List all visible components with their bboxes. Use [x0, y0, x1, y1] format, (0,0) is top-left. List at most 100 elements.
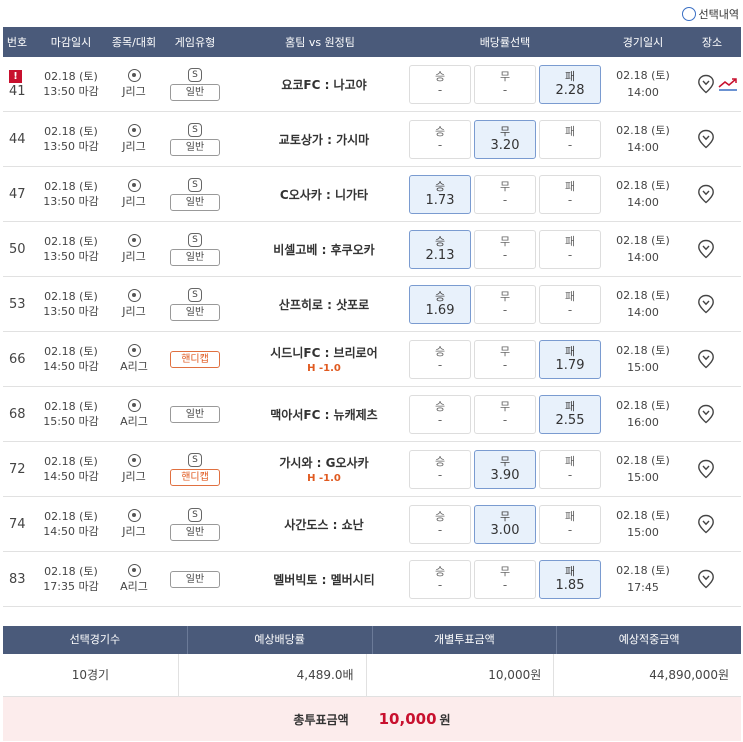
deadline-time: 13:50 마감 [43, 85, 99, 98]
teams-cell: 교토상가 : 가시마 [233, 112, 407, 166]
header-place: 장소 [701, 36, 723, 49]
warning-icon: ! [9, 69, 22, 83]
odds-button[interactable]: 패 1.79 [539, 339, 601, 379]
trend-chart-icon[interactable] [718, 77, 738, 91]
header-no: 번호 [6, 36, 28, 49]
map-pin-icon[interactable] [697, 239, 715, 259]
soccer-ball-icon [127, 69, 141, 82]
row-number: 72 [9, 461, 26, 477]
deadline-time: 15:50 마감 [43, 415, 99, 428]
odds-button[interactable]: 승 2.13 [409, 229, 471, 269]
deadline-time: 13:50 마감 [43, 195, 99, 208]
game-date-cell: 02.18 (토) 15:00 [603, 497, 683, 551]
league-cell: J리그 [111, 167, 157, 221]
deadline-time: 14:50 마감 [43, 525, 99, 538]
game-date: 02.18 (토) [616, 69, 670, 82]
map-pin-icon[interactable] [697, 459, 715, 479]
odds-button[interactable]: 승- [409, 559, 471, 599]
deadline-time: 13:50 마감 [43, 250, 99, 263]
place-cell [683, 57, 741, 111]
odds-label: 승 [434, 125, 446, 138]
map-pin-icon[interactable] [697, 349, 715, 369]
bet-summary: 선택경기수 예상배당률 개별투표금액 예상적중금액 10경기 4,489.0배 … [3, 626, 741, 741]
odds-button[interactable]: 패- [539, 504, 601, 544]
map-pin-icon[interactable] [697, 514, 715, 534]
teams-cell: 사간도스 : 쇼난 [233, 497, 407, 551]
radio-circle-icon[interactable] [681, 7, 696, 21]
odds-button[interactable]: 패 2.28 [539, 64, 601, 104]
odds-button[interactable]: 패- [539, 449, 601, 489]
game-date-cell: 02.18 (토) 14:00 [603, 112, 683, 166]
odds-button[interactable]: 승 1.69 [409, 284, 471, 324]
odds-button[interactable]: 승- [409, 339, 471, 379]
odds-label: 무 [499, 70, 511, 83]
deadline-date: 02.18 (토) [44, 510, 98, 523]
odds-button[interactable]: 무- [474, 284, 536, 324]
league-cell: J리그 [111, 442, 157, 496]
odds-button[interactable]: 패- [539, 284, 601, 324]
map-pin-icon[interactable] [697, 184, 715, 204]
row-number-cell: 72 [3, 442, 31, 496]
s-badge-icon: S [188, 507, 202, 522]
summary-header-stake: 개별투표금액 [373, 626, 558, 654]
odds-button[interactable]: 무- [474, 394, 536, 434]
odds-button[interactable]: 승- [409, 64, 471, 104]
map-pin-icon[interactable] [697, 294, 715, 314]
place-cell [683, 112, 741, 166]
map-pin-icon[interactable] [697, 569, 715, 589]
odds-value: 1.73 [425, 193, 455, 208]
game-type-cell: S 일반 [157, 277, 233, 331]
odds-button[interactable]: 패 1.85 [539, 559, 601, 599]
league-cell: J리그 [111, 112, 157, 166]
odds-button[interactable]: 승 1.73 [409, 174, 471, 214]
odds-button[interactable]: 승- [409, 504, 471, 544]
odds-button[interactable]: 무 3.20 [474, 119, 536, 159]
odds-button[interactable]: 패 2.55 [539, 394, 601, 434]
game-date-cell: 02.18 (토) 14:00 [603, 277, 683, 331]
odds-value: - [502, 578, 508, 592]
odds-button[interactable]: 패- [539, 229, 601, 269]
odds-button[interactable]: 무- [474, 559, 536, 599]
odds-button[interactable]: 무- [474, 174, 536, 214]
row-number-cell: ! 41 [3, 57, 31, 111]
league-cell: A리그 [111, 552, 157, 606]
header-game-type: 게임유형 [174, 36, 216, 49]
deadline-cell: 02.18 (토) 13:50 마감 [31, 222, 111, 276]
selection-history-toggle[interactable]: 선택내역 [681, 5, 739, 23]
odds-value: - [502, 303, 508, 317]
odds-label: 무 [499, 565, 511, 578]
s-badge-icon: S [188, 232, 202, 247]
team-names: 맥아서FC : 뉴캐제츠 [270, 407, 378, 422]
odds-label: 승 [434, 400, 446, 413]
odds-button[interactable]: 승- [409, 394, 471, 434]
match-table: 번호 마감일시 종목/대회 게임유형 홈팀 vs 원정팀 배당률선택 경기일시 … [3, 27, 741, 607]
league-name: A리그 [120, 360, 148, 373]
odds-button[interactable]: 무 3.00 [474, 504, 536, 544]
odds-button[interactable]: 승- [409, 449, 471, 489]
teams-cell: 멜버빅토 : 멜버시티 [233, 552, 407, 606]
odds-button[interactable]: 무- [474, 339, 536, 379]
odds-button[interactable]: 무- [474, 64, 536, 104]
row-number: 83 [9, 571, 26, 587]
odds-button[interactable]: 무 3.90 [474, 449, 536, 489]
odds-button[interactable]: 패- [539, 174, 601, 214]
odds-button[interactable]: 승- [409, 119, 471, 159]
table-row: 44 02.18 (토) 13:50 마감 J리그 S 일반 교토상가 : 가시마 승 - 무 3.… [3, 112, 741, 167]
row-number: 66 [9, 351, 26, 367]
header-deadline: 마감일시 [50, 36, 92, 49]
summary-payout: 44,890,000원 [649, 668, 729, 682]
league-name: J리그 [122, 140, 146, 153]
place-cell [683, 277, 741, 331]
map-pin-icon[interactable] [697, 129, 715, 149]
row-number: 44 [9, 131, 26, 147]
summary-stake: 10,000원 [367, 654, 555, 696]
odds-button[interactable]: 무- [474, 229, 536, 269]
odds-label: 패 [564, 125, 576, 138]
game-date-cell: 02.18 (토) 14:00 [603, 57, 683, 111]
league-cell: A리그 [111, 387, 157, 441]
odds-value: - [437, 138, 443, 152]
map-pin-icon[interactable] [697, 74, 715, 94]
odds-button[interactable]: 패- [539, 119, 601, 159]
league-name: J리그 [122, 305, 146, 318]
map-pin-icon[interactable] [697, 404, 715, 424]
